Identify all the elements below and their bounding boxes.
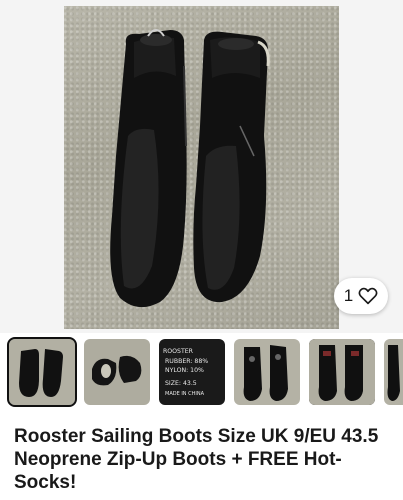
main-product-photo[interactable] [64, 6, 339, 329]
thumbnail-hot-socks-3[interactable] [384, 339, 403, 405]
label-nylon-text: NYLON: 10% [165, 367, 204, 374]
hot-socks-1-thumb-image [234, 339, 300, 405]
hot-socks-2-thumb-image [309, 339, 375, 405]
thumbnail-gallery[interactable]: ROOSTER RUBBER: 88% NYLON: 10% SIZE: 43.… [0, 337, 403, 409]
thumbnail-hot-socks-1[interactable] [234, 339, 300, 405]
thumbnail-hot-socks-2[interactable] [309, 339, 375, 405]
size-label-thumb-image: ROOSTER RUBBER: 88% NYLON: 10% SIZE: 43.… [159, 339, 225, 405]
label-rubber-text: RUBBER: 88% [165, 358, 208, 365]
like-button[interactable]: 1 [334, 278, 388, 314]
listing-title: Rooster Sailing Boots Size UK 9/EU 43.5 … [14, 426, 379, 493]
boots-front-thumb-image [9, 339, 75, 405]
boots-soles-thumb-image [84, 339, 150, 405]
thumbnail-boots-front[interactable] [7, 337, 77, 407]
label-origin-text: MADE IN CHINA [165, 391, 205, 397]
thumbnail-boots-soles[interactable] [84, 339, 150, 405]
boots-image [110, 29, 270, 308]
like-count: 1 [343, 286, 354, 305]
label-brand-text: ROOSTER [163, 348, 194, 355]
thumbnail-size-label[interactable]: ROOSTER RUBBER: 88% NYLON: 10% SIZE: 43.… [159, 339, 225, 405]
heart-icon [358, 287, 378, 305]
main-image-area[interactable]: 1 [0, 0, 403, 333]
hot-socks-3-thumb-image [384, 339, 403, 405]
label-size-text: SIZE: 43.5 [165, 380, 197, 387]
